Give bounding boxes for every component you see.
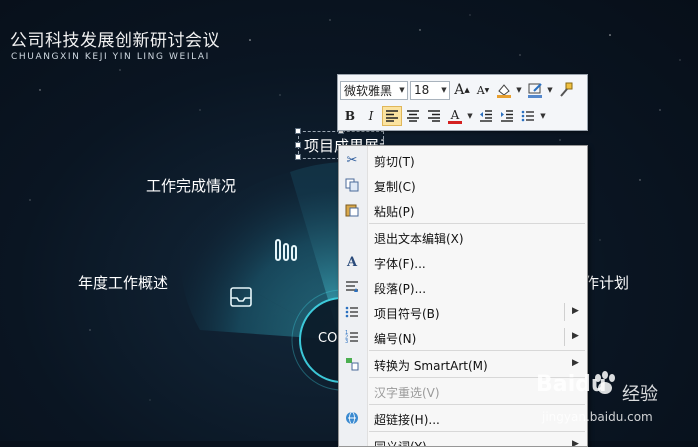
increase-indent-icon[interactable]: [497, 106, 517, 126]
copy-icon: [344, 177, 360, 193]
font-size-combo[interactable]: 18 ▼: [410, 80, 450, 100]
paste-icon: [344, 202, 360, 218]
menu-item-synonyms[interactable]: 同义词(Y) ▶: [339, 433, 587, 447]
align-center-button[interactable]: [403, 106, 423, 126]
menu-item-copy[interactable]: 复制(C): [339, 173, 587, 197]
chevron-down-icon[interactable]: ▼: [466, 112, 474, 120]
label-annual-overview: 年度工作概述: [78, 274, 169, 292]
font-color-swatch: [448, 120, 462, 124]
italic-button[interactable]: I: [361, 106, 381, 126]
font-icon: A: [346, 254, 358, 270]
menu-separator: [369, 223, 585, 224]
menu-item-exit-text-edit[interactable]: 退出文本编辑(X): [339, 225, 587, 249]
resize-handle-tl[interactable]: [295, 128, 301, 134]
font-name-combo[interactable]: 微软雅黑 ▼: [340, 80, 408, 100]
chevron-down-icon[interactable]: ▼: [539, 112, 547, 120]
paragraph-icon: [344, 279, 360, 295]
format-painter-icon[interactable]: [556, 80, 576, 100]
chevron-down-icon: ▼: [399, 86, 405, 94]
grow-font-button[interactable]: A ▲: [452, 80, 472, 100]
menu-item-numbering[interactable]: 123 编号(N) ▶: [339, 325, 587, 349]
font-color-button[interactable]: A: [445, 106, 465, 126]
resize-handle-bl[interactable]: [295, 154, 301, 160]
menu-item-paragraph[interactable]: 段落(P)...: [339, 275, 587, 299]
center-circle-text: CO: [318, 331, 338, 346]
chevron-down-icon[interactable]: ▼: [515, 86, 523, 94]
align-right-button[interactable]: [424, 106, 444, 126]
fill-color-icon[interactable]: [494, 80, 514, 100]
shrink-font-button[interactable]: A ▼: [473, 80, 493, 100]
chevron-down-icon[interactable]: ▼: [546, 86, 554, 94]
menu-item-cut[interactable]: ✂ 剪切(T): [339, 148, 587, 172]
menu-separator: [369, 350, 585, 351]
submenu-arrow-icon: ▶: [572, 358, 579, 368]
bullet-list-icon[interactable]: [518, 106, 538, 126]
scissors-icon: ✂: [346, 152, 358, 168]
submenu-arrow-icon: ▶: [572, 306, 579, 316]
chevron-down-icon: ▼: [441, 86, 447, 94]
svg-text:3: 3: [345, 339, 348, 344]
submenu-divider: [564, 303, 565, 321]
smartart-icon: [344, 356, 360, 372]
font-name-value: 微软雅黑: [344, 83, 393, 98]
bullets-icon: [344, 304, 360, 320]
watermark-cn: 经验: [622, 384, 658, 405]
hyperlink-icon: [344, 410, 360, 426]
outline-color-icon[interactable]: [525, 80, 545, 100]
decrease-indent-icon[interactable]: [476, 106, 496, 126]
submenu-divider: [564, 328, 565, 346]
label-work-status: 工作完成情况: [146, 177, 237, 195]
numbering-icon: 123: [344, 329, 360, 345]
label-work-plan: 作计划: [584, 274, 630, 292]
submenu-arrow-icon: ▶: [572, 439, 579, 447]
menu-item-font[interactable]: A 字体(F)...: [339, 250, 587, 274]
submenu-arrow-icon: ▶: [572, 331, 579, 341]
menu-item-bullets[interactable]: 项目符号(B) ▶: [339, 300, 587, 324]
resize-handle-ml[interactable]: [295, 142, 301, 148]
menu-item-paste[interactable]: 粘贴(P): [339, 198, 587, 222]
font-size-value: 18: [414, 83, 430, 97]
watermark-brand: Baidu: [536, 372, 607, 397]
bold-button[interactable]: B: [340, 106, 360, 126]
baidu-watermark: Baidu 经验 jingyan.baidu.com: [536, 371, 696, 432]
watermark-url: jingyan.baidu.com: [542, 410, 653, 424]
mini-format-toolbar: 微软雅黑 ▼ 18 ▼ A ▲ A ▼ ▼ ▼ B I A ▼ ▼: [337, 74, 588, 131]
align-left-button[interactable]: [382, 106, 402, 126]
